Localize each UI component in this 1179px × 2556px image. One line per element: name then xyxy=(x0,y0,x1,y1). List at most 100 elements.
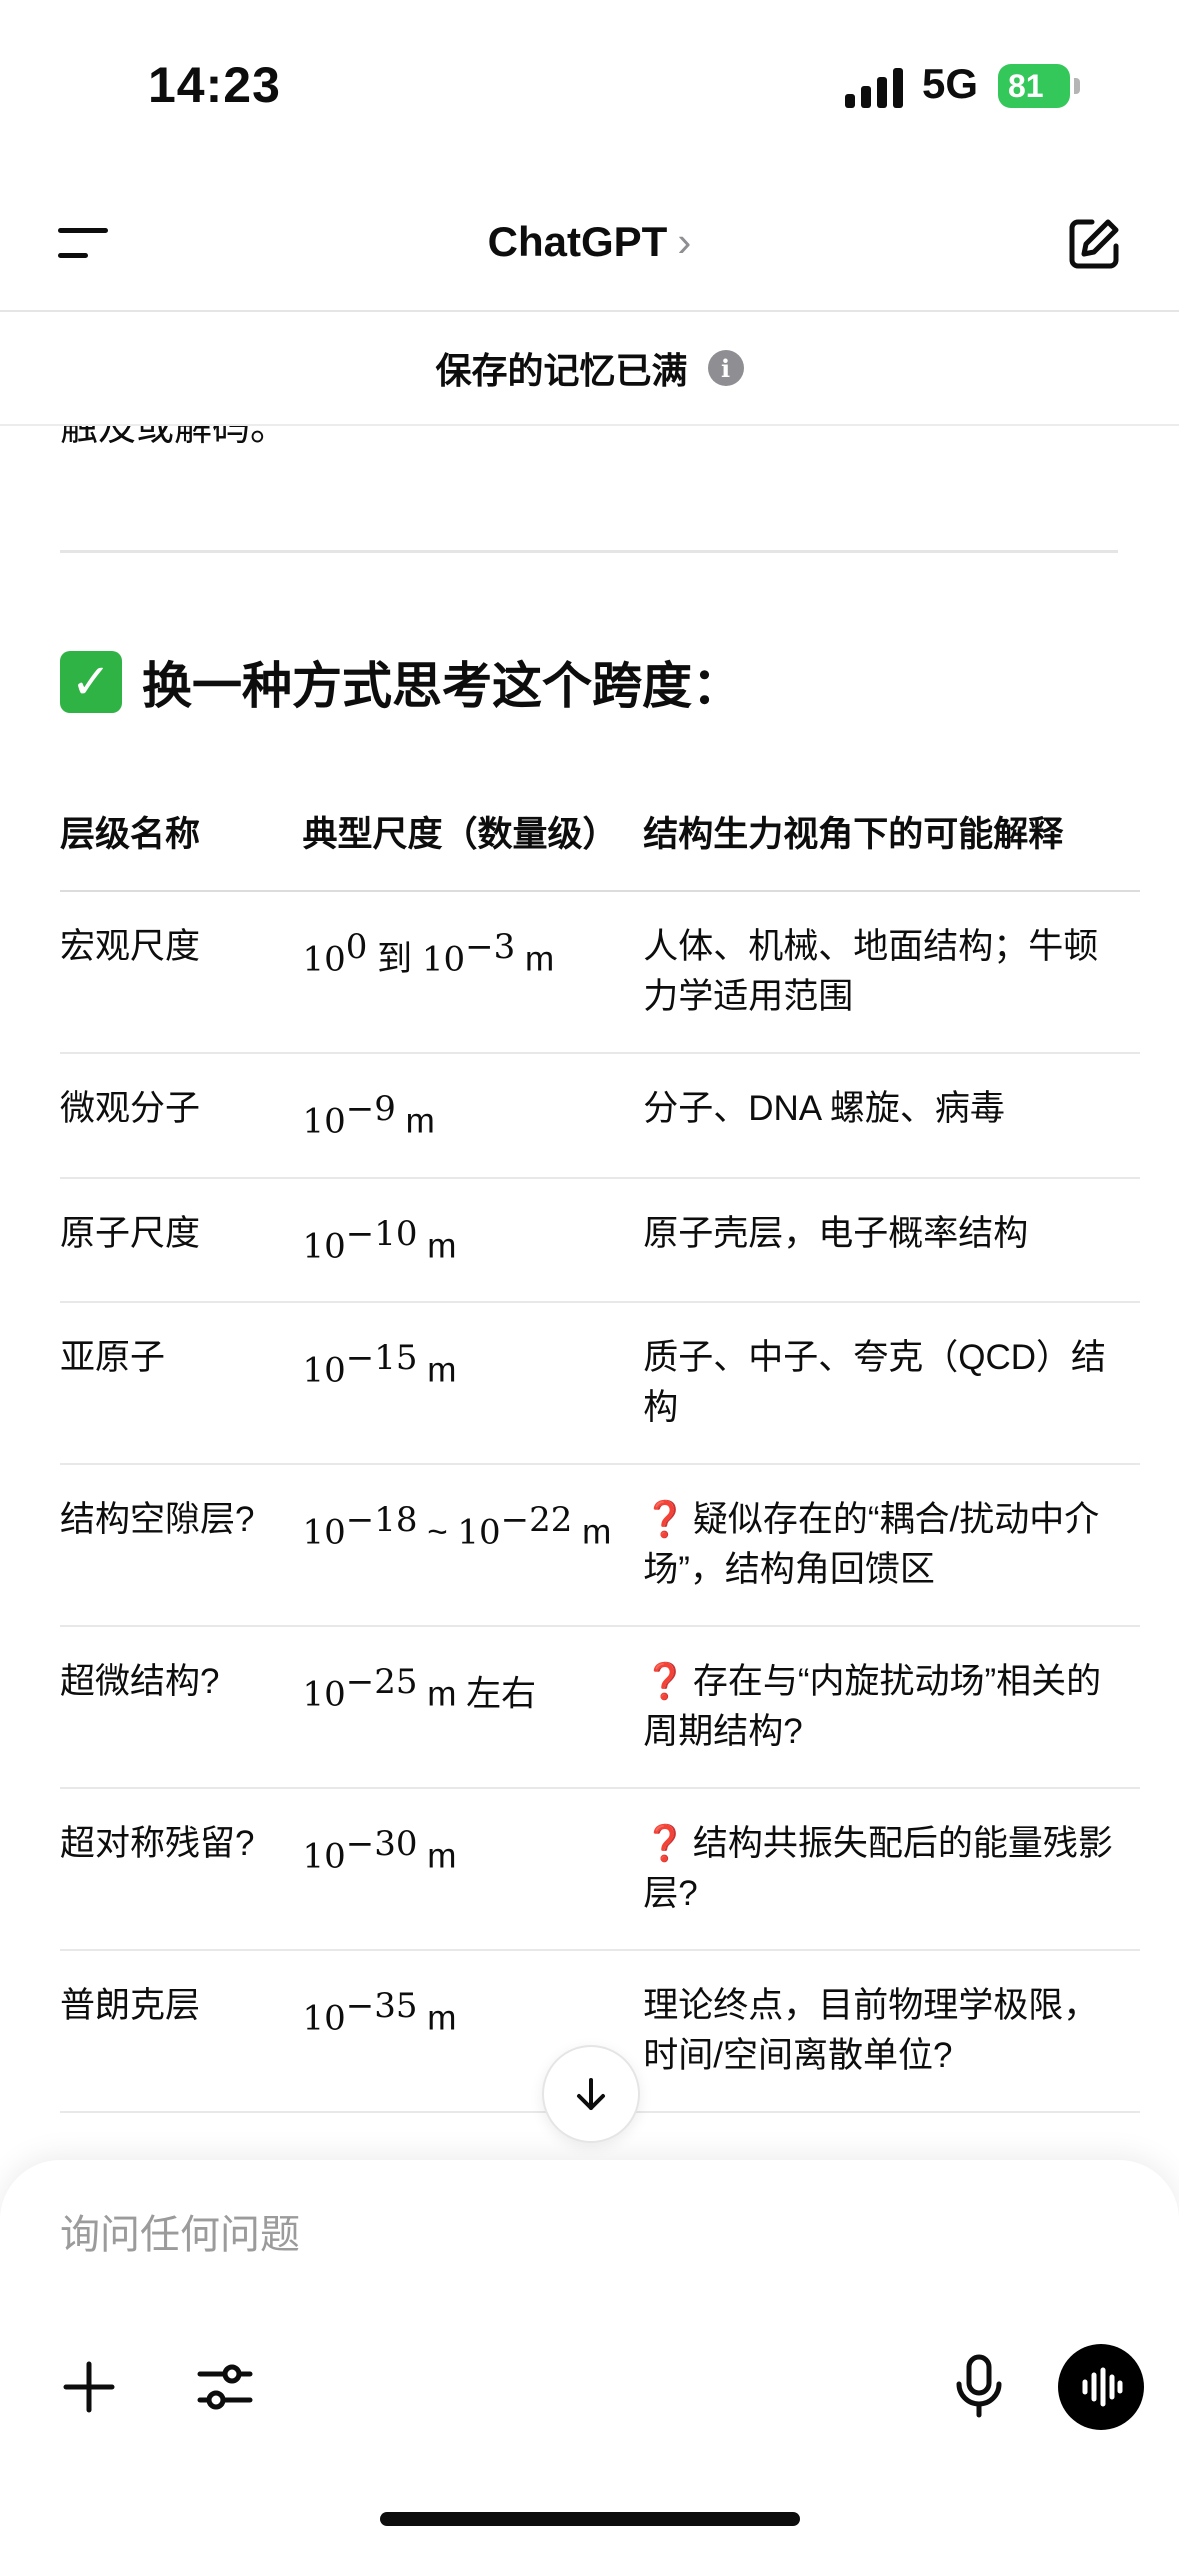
scale-joiner: 到 xyxy=(367,939,422,979)
column-header: 结构生力视角下的可能解释 xyxy=(643,772,1140,892)
top-nav-bar: ChatGPT › xyxy=(0,170,1179,312)
arrow-down-icon xyxy=(577,2078,605,2110)
scale-exponent: −25 xyxy=(345,1662,418,1703)
scale-base: 10 xyxy=(302,1512,346,1553)
level-name-cell: 微观分子 xyxy=(60,1053,303,1179)
network-type: 5G xyxy=(922,60,979,107)
cut-off-text: 触及或解码。 xyxy=(60,424,289,449)
scale-base: 10 xyxy=(421,939,466,980)
explanation-text: 原子壳层，电子概率结构 xyxy=(643,1213,1029,1253)
status-bar: 14:23 5G 81 xyxy=(0,0,1179,170)
chevron-right-icon: › xyxy=(677,218,692,265)
section-heading: ✓ 换一种方式思考这个跨度： xyxy=(60,646,742,718)
explanation-cell: 分子、DNA 螺旋、病毒 xyxy=(643,1053,1140,1179)
scale-exponent: −10 xyxy=(345,1213,418,1254)
scale-exponent: 0 xyxy=(345,927,368,967)
scale-exponent: −35 xyxy=(345,1986,418,2027)
scale-base: 10 xyxy=(302,1674,346,1715)
new-chat-icon[interactable] xyxy=(1066,216,1122,272)
table-row: 亚原子 10−15 m 质子、中子、夸克（QCD）结构 xyxy=(60,1302,1140,1466)
level-name-cell: 普朗克层 xyxy=(60,1950,303,2114)
scale-unit: m 左右 xyxy=(417,1674,537,1714)
scale-exponent: −18 xyxy=(345,1500,418,1541)
home-indicator xyxy=(380,2512,800,2526)
scroll-to-bottom-button[interactable] xyxy=(542,2045,640,2143)
explanation-text: 理论终点，目前物理学极限，时间/空间离散单位? xyxy=(643,1986,1099,2076)
banner-text: 保存的记忆已满 xyxy=(435,350,688,391)
scale-exponent: −3 xyxy=(465,927,516,967)
explanation-cell: ❓ 疑似存在的“耦合/扰动中介场”，结构角回馈区 xyxy=(643,1464,1140,1628)
scale-cell: 10−9 m xyxy=(302,1053,644,1179)
scale-exponent: −9 xyxy=(345,1089,396,1129)
scale-unit: m xyxy=(515,939,555,979)
explanation-cell: 质子、中子、夸克（QCD）结构 xyxy=(643,1302,1140,1466)
explanation-cell: ❓ 结构共振失配后的能量残影层? xyxy=(643,1788,1140,1952)
scale-base: 10 xyxy=(302,1350,346,1391)
level-name-cell: 超对称残留? xyxy=(60,1788,303,1952)
explanation-cell: ❓ 存在与“内旋扰动场”相关的周期结构? xyxy=(643,1626,1140,1790)
column-header: 层级名称 xyxy=(60,772,303,892)
level-name-cell: 结构空隙层? xyxy=(60,1464,303,1628)
explanation-text: 质子、中子、夸克（QCD）结构 xyxy=(643,1338,1107,1428)
scale-base: 10 xyxy=(457,1512,501,1553)
status-time: 14:23 xyxy=(148,57,281,113)
voice-mode-button[interactable] xyxy=(1058,2344,1144,2430)
table-row: 微观分子 10−9 m 分子、DNA 螺旋、病毒 xyxy=(60,1053,1140,1179)
cellular-signal-icon xyxy=(845,68,903,108)
question-mark-icon: ❓ xyxy=(643,1662,687,1702)
scale-joiner: ~ xyxy=(417,1512,458,1552)
scale-cell: 10−18 ~ 10−22 m xyxy=(302,1464,644,1628)
level-name-cell: 超微结构? xyxy=(60,1626,303,1790)
scale-base: 10 xyxy=(302,1226,346,1267)
scale-base: 10 xyxy=(302,939,346,980)
question-mark-icon: ❓ xyxy=(643,1500,687,1540)
scale-exponent: −22 xyxy=(500,1500,573,1541)
waveform-icon xyxy=(1082,2367,1123,2407)
scale-base: 10 xyxy=(302,1836,346,1877)
table-row: 结构空隙层? 10−18 ~ 10−22 m ❓ 疑似存在的“耦合/扰动中介场”，结构… xyxy=(60,1464,1140,1628)
scale-base: 10 xyxy=(302,1998,346,2039)
explanation-text: 结构共振失配后的能量残影层? xyxy=(643,1824,1113,1914)
scale-cell: 10−10 m xyxy=(302,1177,644,1304)
explanation-text: 分子、DNA 螺旋、病毒 xyxy=(643,1089,1005,1128)
level-name-cell: 宏观尺度 xyxy=(60,891,303,1054)
microphone-icon[interactable] xyxy=(954,2354,1004,2418)
tools-settings-icon[interactable] xyxy=(196,2358,254,2416)
scale-cell: 10−15 m xyxy=(302,1302,644,1466)
scale-exponent: −30 xyxy=(345,1824,418,1865)
table-row: 宏观尺度 100 到 10−3 m 人体、机械、地面结构；牛顿力学适用范围 xyxy=(60,891,1140,1054)
scale-unit: m xyxy=(417,1836,457,1876)
scale-cell: 10−25 m 左右 xyxy=(302,1626,644,1790)
scale-exponent: −15 xyxy=(345,1338,418,1379)
scale-unit: m xyxy=(417,1350,457,1390)
scale-unit: m xyxy=(417,1226,457,1266)
info-icon[interactable]: i xyxy=(707,350,744,386)
table-row: 原子尺度 10−10 m 原子壳层，电子概率结构 xyxy=(60,1177,1140,1304)
table-header-row: 层级名称 典型尺度（数量级） 结构生力视角下的可能解释 xyxy=(60,772,1140,892)
explanation-text: 人体、机械、地面结构；牛顿力学适用范围 xyxy=(643,927,1099,1016)
plus-icon[interactable] xyxy=(62,2360,116,2414)
battery-level: 81 xyxy=(1008,67,1044,104)
check-mark-icon: ✓ xyxy=(60,651,122,713)
level-name-cell: 亚原子 xyxy=(60,1302,303,1466)
scale-base: 10 xyxy=(302,1101,346,1142)
model-selector[interactable]: ChatGPT › xyxy=(0,218,1179,266)
column-header: 典型尺度（数量级） xyxy=(302,772,644,892)
battery-cap xyxy=(1074,78,1080,94)
scale-table: 层级名称 典型尺度（数量级） 结构生力视角下的可能解释 宏观尺度 100 到 10… xyxy=(60,772,1140,2114)
level-name-cell: 原子尺度 xyxy=(60,1177,303,1304)
section-heading-text: 换一种方式思考这个跨度： xyxy=(142,658,742,714)
memory-full-banner[interactable]: 保存的记忆已满 i xyxy=(0,312,1179,426)
nav-title: ChatGPT xyxy=(487,218,668,265)
message-content: 触及或解码。 ✓ 换一种方式思考这个跨度： 层级名称 典型尺度（数量级） 结构生… xyxy=(0,424,1179,2164)
table-row: 超微结构? 10−25 m 左右 ❓ 存在与“内旋扰动场”相关的周期结构? xyxy=(60,1626,1140,1790)
question-mark-icon: ❓ xyxy=(643,1824,687,1864)
explanation-cell: 原子壳层，电子概率结构 xyxy=(643,1177,1140,1304)
message-input[interactable] xyxy=(60,2200,960,2270)
scale-unit: m xyxy=(417,1998,457,2038)
battery-indicator: 81 xyxy=(998,64,1070,108)
scale-unit: m xyxy=(395,1101,435,1141)
explanation-text: 存在与“内旋扰动场”相关的周期结构? xyxy=(643,1662,1102,1752)
table-row: 超对称残留? 10−30 m ❓ 结构共振失配后的能量残影层? xyxy=(60,1788,1140,1952)
explanation-text: 疑似存在的“耦合/扰动中介场”，结构角回馈区 xyxy=(643,1500,1100,1590)
